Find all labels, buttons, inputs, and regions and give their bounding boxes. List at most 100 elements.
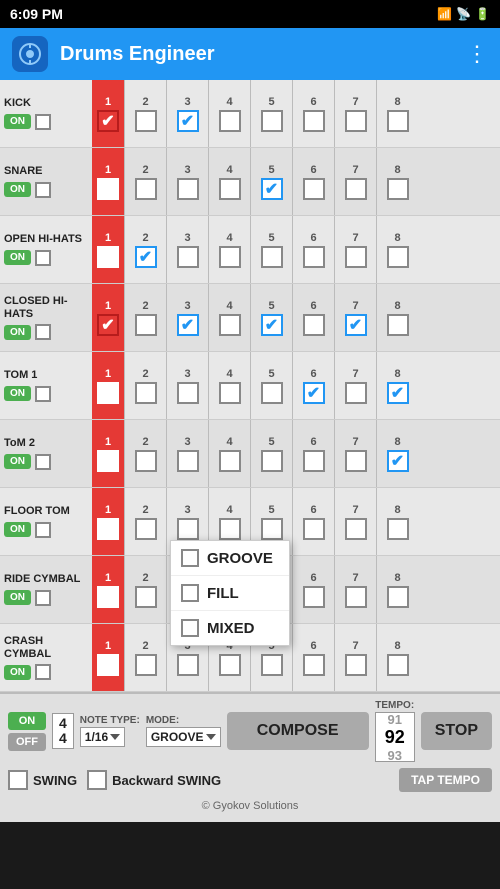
beat-checkbox-open-hi-hats-7[interactable]	[345, 246, 367, 268]
beat-checkbox-snare-5[interactable]	[261, 178, 283, 200]
beat-checkbox-closed-hi-hats-4[interactable]	[219, 314, 241, 336]
menu-icon[interactable]: ⋮	[466, 41, 488, 67]
beat-checkbox-snare-4[interactable]	[219, 178, 241, 200]
beat-checkbox-open-hi-hats-6[interactable]	[303, 246, 325, 268]
on-button-floor-tom[interactable]: ON	[4, 522, 31, 537]
swing-checkbox[interactable]	[8, 770, 28, 790]
beat-checkbox-floor-tom-7[interactable]	[345, 518, 367, 540]
note-type-select[interactable]: 1/16	[80, 727, 125, 747]
beat-checkbox-closed-hi-hats-6[interactable]	[303, 314, 325, 336]
time-signature[interactable]: 4 4	[52, 713, 74, 750]
beat-checkbox-ride-cymbal-2[interactable]	[135, 586, 157, 608]
on-button-tom2[interactable]: ON	[4, 454, 31, 469]
stop-button[interactable]: STOP	[421, 712, 492, 750]
beat-checkbox-floor-tom-3[interactable]	[177, 518, 199, 540]
beat-checkbox-kick-7[interactable]	[345, 110, 367, 132]
beat-checkbox-closed-hi-hats-2[interactable]	[135, 314, 157, 336]
row-checkbox-snare[interactable]	[35, 182, 51, 198]
on-button-kick[interactable]: ON	[4, 114, 31, 129]
dropdown-checkbox-fill[interactable]	[181, 584, 199, 602]
beat-checkbox-crash-cymbal-3[interactable]	[177, 654, 199, 676]
beat-checkbox-kick-8[interactable]	[387, 110, 409, 132]
on-button-ride-cymbal[interactable]: ON	[4, 590, 31, 605]
mode-select[interactable]: GROOVE	[146, 727, 221, 747]
dropdown-item-groove[interactable]: GROOVE	[171, 541, 289, 576]
beat-checkbox-tom1-3[interactable]	[177, 382, 199, 404]
beat-1-closed-hi-hats[interactable]	[97, 314, 119, 336]
row-checkbox-floor-tom[interactable]	[35, 522, 51, 538]
beat-checkbox-tom1-4[interactable]	[219, 382, 241, 404]
beat-1-open-hi-hats[interactable]	[97, 246, 119, 268]
dropdown-item-mixed[interactable]: MIXED	[171, 611, 289, 645]
dropdown-item-fill[interactable]: FILL	[171, 576, 289, 611]
beat-checkbox-snare-2[interactable]	[135, 178, 157, 200]
mode-dropdown[interactable]: GROOVEFILLMIXED	[170, 540, 290, 646]
row-checkbox-open-hi-hats[interactable]	[35, 250, 51, 266]
beat-checkbox-open-hi-hats-5[interactable]	[261, 246, 283, 268]
beat-checkbox-open-hi-hats-8[interactable]	[387, 246, 409, 268]
beat-checkbox-snare-6[interactable]	[303, 178, 325, 200]
row-checkbox-crash-cymbal[interactable]	[35, 664, 51, 680]
on-button-snare[interactable]: ON	[4, 182, 31, 197]
beat-checkbox-tom2-5[interactable]	[261, 450, 283, 472]
beat-checkbox-ride-cymbal-7[interactable]	[345, 586, 367, 608]
beat-checkbox-tom2-8[interactable]	[387, 450, 409, 472]
beat-checkbox-closed-hi-hats-5[interactable]	[261, 314, 283, 336]
backward-swing-checkbox[interactable]	[87, 770, 107, 790]
beat-checkbox-tom1-5[interactable]	[261, 382, 283, 404]
beat-checkbox-crash-cymbal-8[interactable]	[387, 654, 409, 676]
beat-checkbox-ride-cymbal-8[interactable]	[387, 586, 409, 608]
beat-checkbox-closed-hi-hats-7[interactable]	[345, 314, 367, 336]
on-button-open-hi-hats[interactable]: ON	[4, 250, 31, 265]
beat-checkbox-kick-2[interactable]	[135, 110, 157, 132]
beat-checkbox-closed-hi-hats-3[interactable]	[177, 314, 199, 336]
beat-checkbox-kick-4[interactable]	[219, 110, 241, 132]
on-button-closed-hi-hats[interactable]: ON	[4, 325, 31, 340]
beat-checkbox-closed-hi-hats-8[interactable]	[387, 314, 409, 336]
beat-1-tom1[interactable]	[97, 382, 119, 404]
beat-checkbox-tom2-6[interactable]	[303, 450, 325, 472]
beat-checkbox-tom2-3[interactable]	[177, 450, 199, 472]
beat-checkbox-tom1-6[interactable]	[303, 382, 325, 404]
beat-checkbox-open-hi-hats-3[interactable]	[177, 246, 199, 268]
row-checkbox-tom2[interactable]	[35, 454, 51, 470]
beat-1-floor-tom[interactable]	[97, 518, 119, 540]
beat-checkbox-snare-8[interactable]	[387, 178, 409, 200]
row-checkbox-closed-hi-hats[interactable]	[35, 324, 51, 340]
beat-checkbox-crash-cymbal-5[interactable]	[261, 654, 283, 676]
dropdown-checkbox-mixed[interactable]	[181, 619, 199, 637]
beat-checkbox-kick-6[interactable]	[303, 110, 325, 132]
beat-checkbox-crash-cymbal-6[interactable]	[303, 654, 325, 676]
beat-1-kick[interactable]	[97, 110, 119, 132]
beat-checkbox-tom1-2[interactable]	[135, 382, 157, 404]
beat-checkbox-floor-tom-4[interactable]	[219, 518, 241, 540]
beat-checkbox-crash-cymbal-2[interactable]	[135, 654, 157, 676]
beat-checkbox-snare-3[interactable]	[177, 178, 199, 200]
beat-checkbox-crash-cymbal-7[interactable]	[345, 654, 367, 676]
beat-checkbox-tom2-2[interactable]	[135, 450, 157, 472]
global-on-button[interactable]: ON	[8, 712, 46, 730]
compose-button[interactable]: COMPOSE	[227, 712, 369, 750]
beat-checkbox-crash-cymbal-4[interactable]	[219, 654, 241, 676]
backward-swing-item[interactable]: Backward SWING	[87, 770, 221, 790]
beat-checkbox-kick-5[interactable]	[261, 110, 283, 132]
on-button-tom1[interactable]: ON	[4, 386, 31, 401]
dropdown-checkbox-groove[interactable]	[181, 549, 199, 567]
beat-checkbox-kick-3[interactable]	[177, 110, 199, 132]
row-checkbox-tom1[interactable]	[35, 386, 51, 402]
beat-checkbox-floor-tom-6[interactable]	[303, 518, 325, 540]
beat-checkbox-tom1-8[interactable]	[387, 382, 409, 404]
beat-checkbox-ride-cymbal-6[interactable]	[303, 586, 325, 608]
beat-checkbox-tom2-7[interactable]	[345, 450, 367, 472]
beat-checkbox-floor-tom-8[interactable]	[387, 518, 409, 540]
beat-checkbox-floor-tom-5[interactable]	[261, 518, 283, 540]
row-checkbox-kick[interactable]	[35, 114, 51, 130]
beat-checkbox-tom1-7[interactable]	[345, 382, 367, 404]
row-checkbox-ride-cymbal[interactable]	[35, 590, 51, 606]
tempo-scroll[interactable]: 91 92 93	[375, 712, 415, 762]
swing-item[interactable]: SWING	[8, 770, 77, 790]
beat-1-snare[interactable]	[97, 178, 119, 200]
global-off-button[interactable]: OFF	[8, 733, 46, 751]
beat-1-crash-cymbal[interactable]	[97, 654, 119, 676]
beat-checkbox-snare-7[interactable]	[345, 178, 367, 200]
